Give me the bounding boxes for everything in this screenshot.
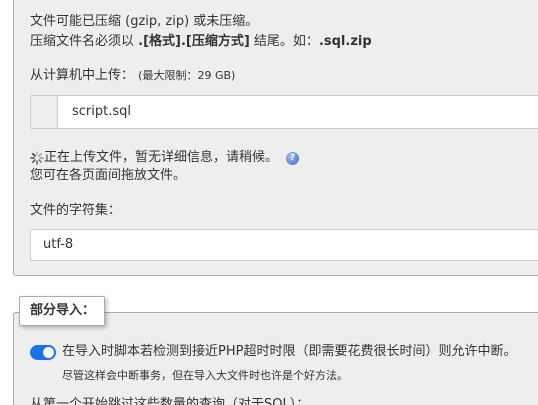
charset-label: 文件的字符集： — [30, 203, 122, 218]
charset-select[interactable]: utf-8 — [30, 229, 538, 261]
drag-hint: 您可在各页面间拖放文件。 — [30, 168, 187, 183]
allow-interrupt-toggle[interactable] — [30, 345, 56, 360]
browse-button[interactable] — [31, 96, 58, 128]
charset-value: utf-8 — [43, 237, 74, 252]
loading-spinner-icon — [30, 151, 44, 165]
compression-note-middle: 结尾。如： — [249, 34, 319, 49]
upload-label-row: 从计算机中上传： (最大限制：29 GB) — [30, 68, 235, 84]
compression-note-line1: 文件可能已压缩 (gzip, zip) 或未压缩。 — [30, 14, 259, 29]
upload-label: 从计算机中上传： — [30, 68, 135, 83]
skip-queries-label: 从第一个开始跳过这些数量的查询（对于SQL）： — [30, 397, 310, 405]
help-icon[interactable]: ? — [286, 152, 299, 165]
file-name: script.sql — [72, 104, 131, 119]
compression-note-format: .[格式].[压缩方式] — [138, 34, 250, 49]
interrupt-note: 尽管这样会中断事务，但在导入大文件时也许是个好方法。 — [62, 369, 348, 382]
allow-interrupt-label[interactable]: 在导入时脚本若检测到接近PHP超时时限（即需要花费很长时间）则允许中断。 — [62, 344, 516, 360]
import-page: 文件可能已压缩 (gzip, zip) 或未压缩。 压缩文件名必须以 .[格式]… — [0, 0, 538, 405]
compression-note-example: .sql.zip — [318, 34, 372, 49]
toggle-knob — [43, 347, 54, 358]
compression-note-line2: 压缩文件名必须以 .[格式].[压缩方式] 结尾。如：.sql.zip — [30, 34, 372, 50]
partial-import-legend: 部分导入： — [19, 296, 105, 326]
upload-limit: (最大限制：29 GB) — [138, 69, 236, 82]
file-input[interactable]: script.sql — [30, 95, 538, 129]
uploading-status: 正在上传文件，暂无详细信息，请稍候。 — [44, 150, 279, 165]
compression-note-prefix: 压缩文件名必须以 — [30, 34, 139, 49]
